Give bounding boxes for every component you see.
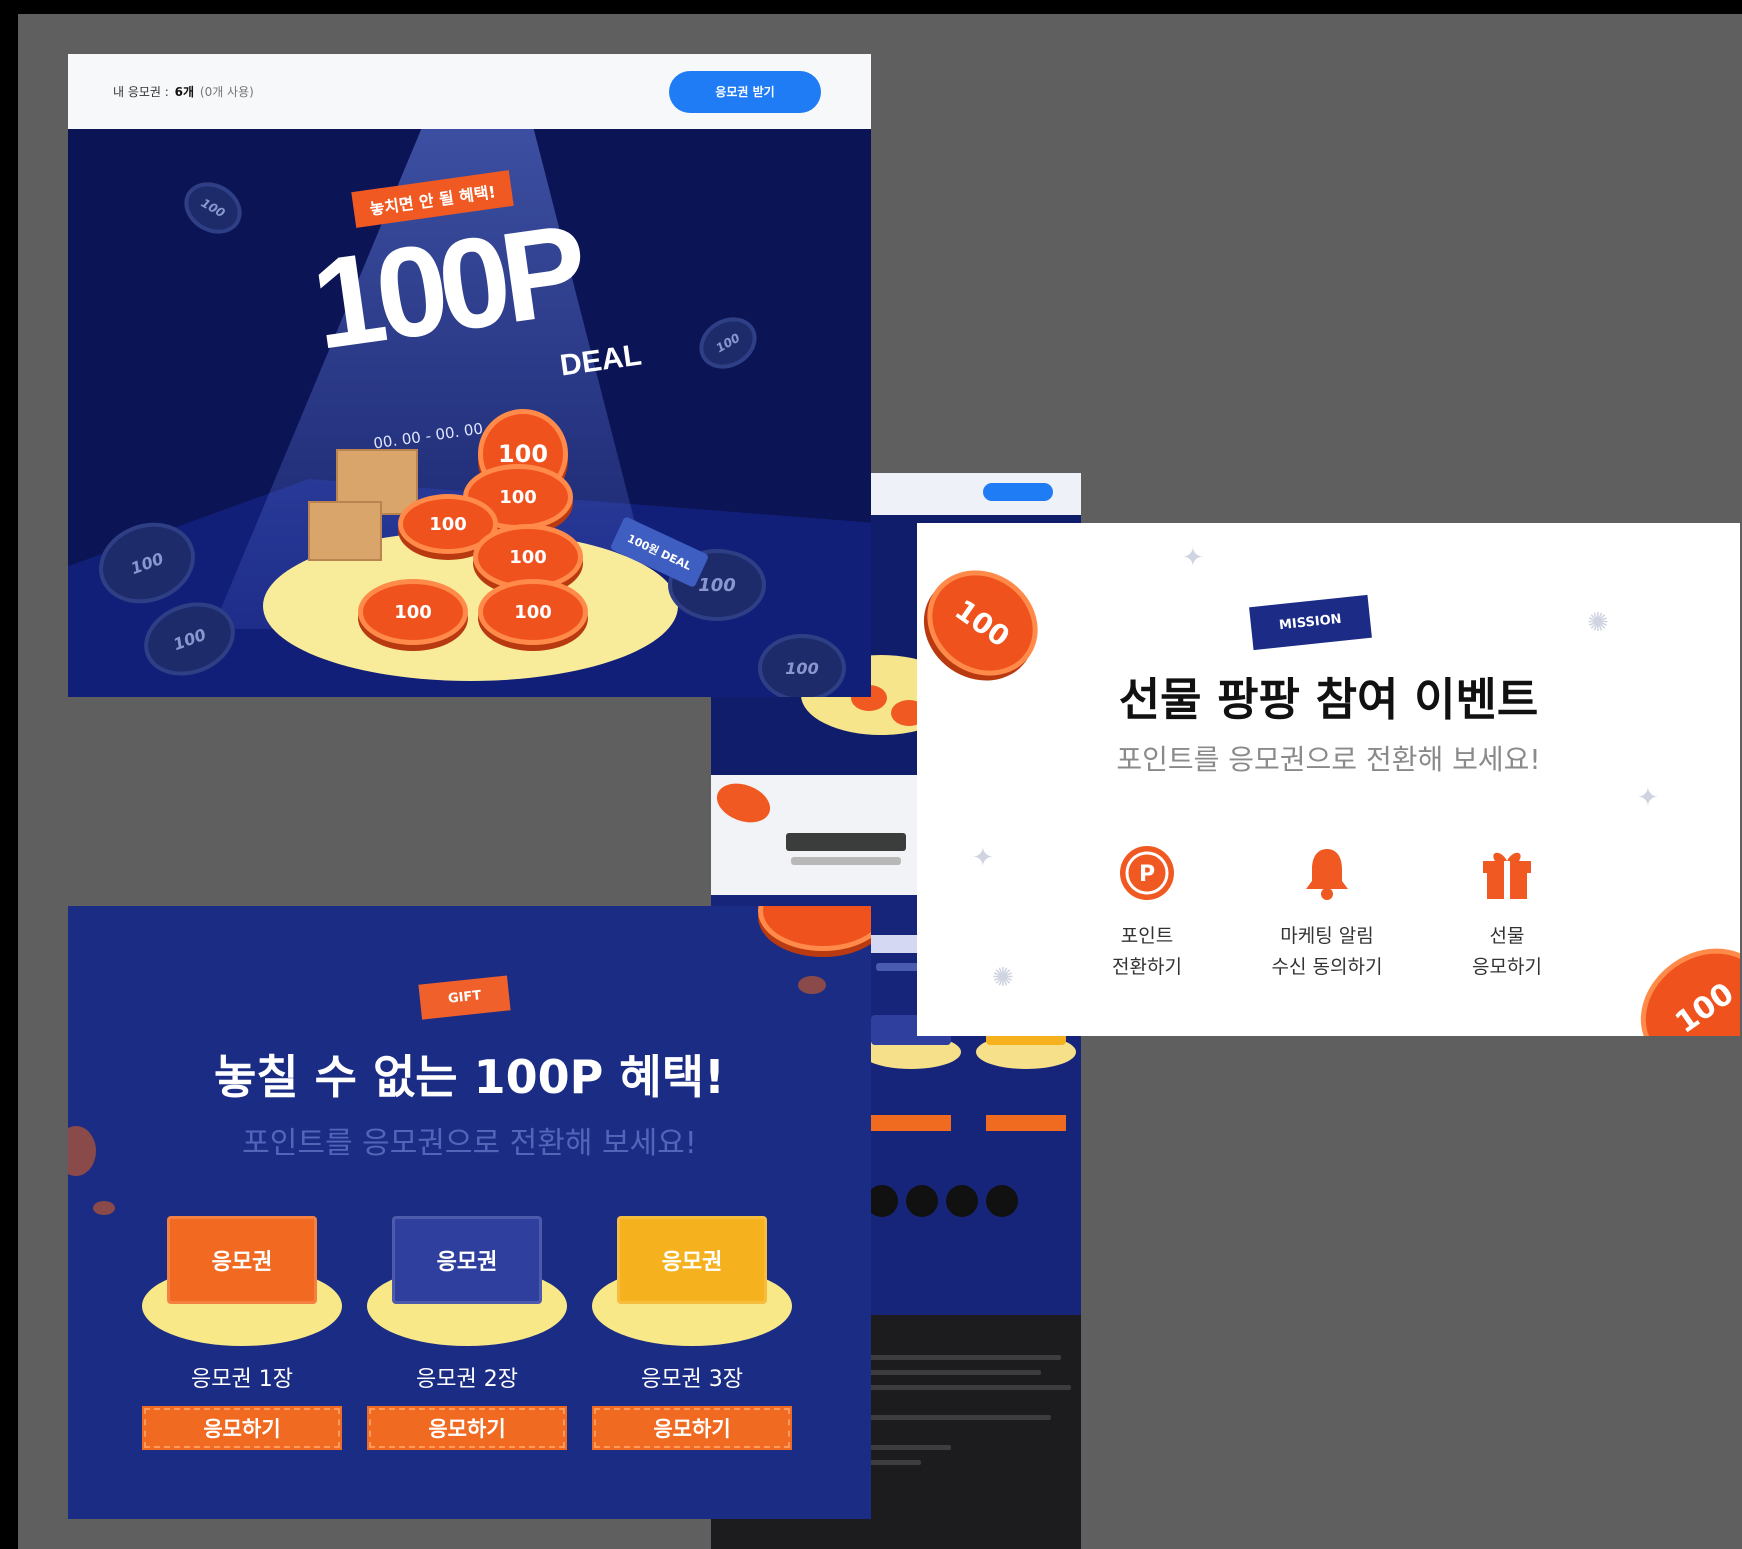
ticket-option-2: 응모권 응모권 2장 응모하기	[367, 1216, 567, 1486]
gift-tag: GIFT	[418, 975, 511, 1020]
mission-subtitle: 포인트를 응모권으로 전환해 보세요!	[1116, 743, 1541, 776]
coin-icon: 100	[1617, 924, 1740, 1036]
ticket-options: 응모권 응모권 1장 응모하기 응모권 응모권 2장 응모하기 응모권 응모권 …	[142, 1216, 792, 1486]
mockup-footer-line	[861, 1355, 1061, 1360]
coin-icon: 100	[758, 634, 846, 697]
svg-text:P: P	[1139, 862, 1155, 887]
presentation-canvas: 내 응모권 : 6개 (0개 사용) 응모권 받기 놓치면 안 될 혜택! 10…	[18, 14, 1742, 1549]
step-gift-apply[interactable]: 선물 응모하기	[1417, 843, 1597, 984]
get-ticket-button[interactable]: 응모권 받기	[669, 70, 821, 113]
deal-hero: 놓치면 안 될 혜택! 100P DEAL 00. 00 - 00. 00 10…	[68, 129, 871, 697]
mission-tag: MISSION	[1249, 594, 1372, 651]
mockup-footer-line	[861, 1385, 1071, 1390]
step-marketing-consent[interactable]: 마케팅 알림 수신 동의하기	[1237, 843, 1417, 984]
voucher-label: 응모권	[211, 1250, 273, 1275]
ticket-count-label: 응모권 3장	[641, 1367, 743, 1392]
mockup-title-line	[786, 833, 906, 851]
sparkle-icon: ✺	[992, 963, 1014, 993]
bell-icon	[1297, 843, 1357, 903]
ticket-count-value: 6개	[174, 85, 195, 99]
ticket-topbar: 내 응모권 : 6개 (0개 사용) 응모권 받기	[68, 54, 871, 129]
coin-icon: 100	[478, 579, 588, 645]
ticket-option-3: 응모권 응모권 3장 응모하기	[592, 1216, 792, 1486]
gift-title: 놓칠 수 없는 100P 혜택!	[213, 1050, 725, 1104]
box-icon	[308, 501, 382, 561]
mockup-footer-line	[861, 1415, 1051, 1420]
sparkle-icon: ✦	[972, 843, 994, 873]
deal-hero-card: 내 응모권 : 6개 (0개 사용) 응모권 받기 놓치면 안 될 혜택! 10…	[68, 54, 871, 697]
deal-headline: 100P	[304, 198, 589, 377]
voucher-label: 응모권	[661, 1250, 723, 1275]
sparkle-icon: ✦	[1637, 783, 1659, 813]
mission-steps: P 포인트 전환하기 마케팅 알림 수신 동의하기 선물 응모하기	[1057, 843, 1597, 984]
mission-card: 100 100 ✦ ✺ ✦ ✦ ✺ MISSION 선물 팡팡 참여 이벤트 포…	[917, 523, 1740, 1036]
ticket-option-1: 응모권 응모권 1장 응모하기	[142, 1216, 342, 1486]
apply-button-2[interactable]: 응모하기	[367, 1406, 567, 1450]
step-label: 포인트 전환하기	[1112, 925, 1182, 979]
info-icon	[986, 1185, 1018, 1217]
mockup-coin	[711, 776, 776, 830]
voucher-icon: 응모권	[392, 1216, 542, 1304]
ticket-count: 내 응모권 : 6개 (0개 사용)	[113, 83, 254, 100]
decor-dot	[798, 976, 826, 994]
voucher-icon: 응모권	[617, 1216, 767, 1304]
coin-icon: 100	[175, 172, 251, 244]
gift-icon	[1477, 843, 1537, 903]
mockup-topbar-button	[983, 483, 1053, 501]
voucher-icon: 응모권	[167, 1216, 317, 1304]
mockup-footer-line	[861, 1370, 1041, 1375]
gift-card: GIFT 놓칠 수 없는 100P 혜택! 포인트를 응모권으로 전환해 보세요…	[68, 906, 871, 1519]
apply-button-3[interactable]: 응모하기	[592, 1406, 792, 1450]
chat-icon	[946, 1185, 978, 1217]
decor-dot	[93, 1201, 115, 1215]
step-label: 선물 응모하기	[1472, 925, 1542, 979]
mockup-subtitle-line	[791, 857, 901, 865]
coin-icon: 100	[358, 579, 468, 645]
ticket-used: (0개 사용)	[199, 85, 254, 99]
point-coin-icon: P	[1117, 843, 1177, 903]
mockup-button	[986, 1115, 1066, 1131]
ticket-count-label: 응모권 2장	[416, 1367, 518, 1392]
apply-button-1[interactable]: 응모하기	[142, 1406, 342, 1450]
ticket-count-label: 응모권 1장	[191, 1367, 293, 1392]
gift-subtitle: 포인트를 응모권으로 전환해 보세요!	[242, 1126, 697, 1161]
ticket-count-label: 내 응모권 :	[113, 85, 169, 99]
step-label: 마케팅 알림 수신 동의하기	[1271, 925, 1383, 979]
mockup-button	[871, 1115, 951, 1131]
coin-icon	[758, 906, 871, 951]
sparkle-icon: ✺	[1587, 608, 1609, 638]
mission-title: 선물 팡팡 참여 이벤트	[1118, 673, 1539, 726]
sparkle-icon: ✦	[1182, 543, 1204, 573]
instagram-icon	[906, 1185, 938, 1217]
voucher-label: 응모권	[436, 1250, 498, 1275]
step-point-convert[interactable]: P 포인트 전환하기	[1057, 843, 1237, 984]
coin-icon: 100	[690, 307, 766, 379]
